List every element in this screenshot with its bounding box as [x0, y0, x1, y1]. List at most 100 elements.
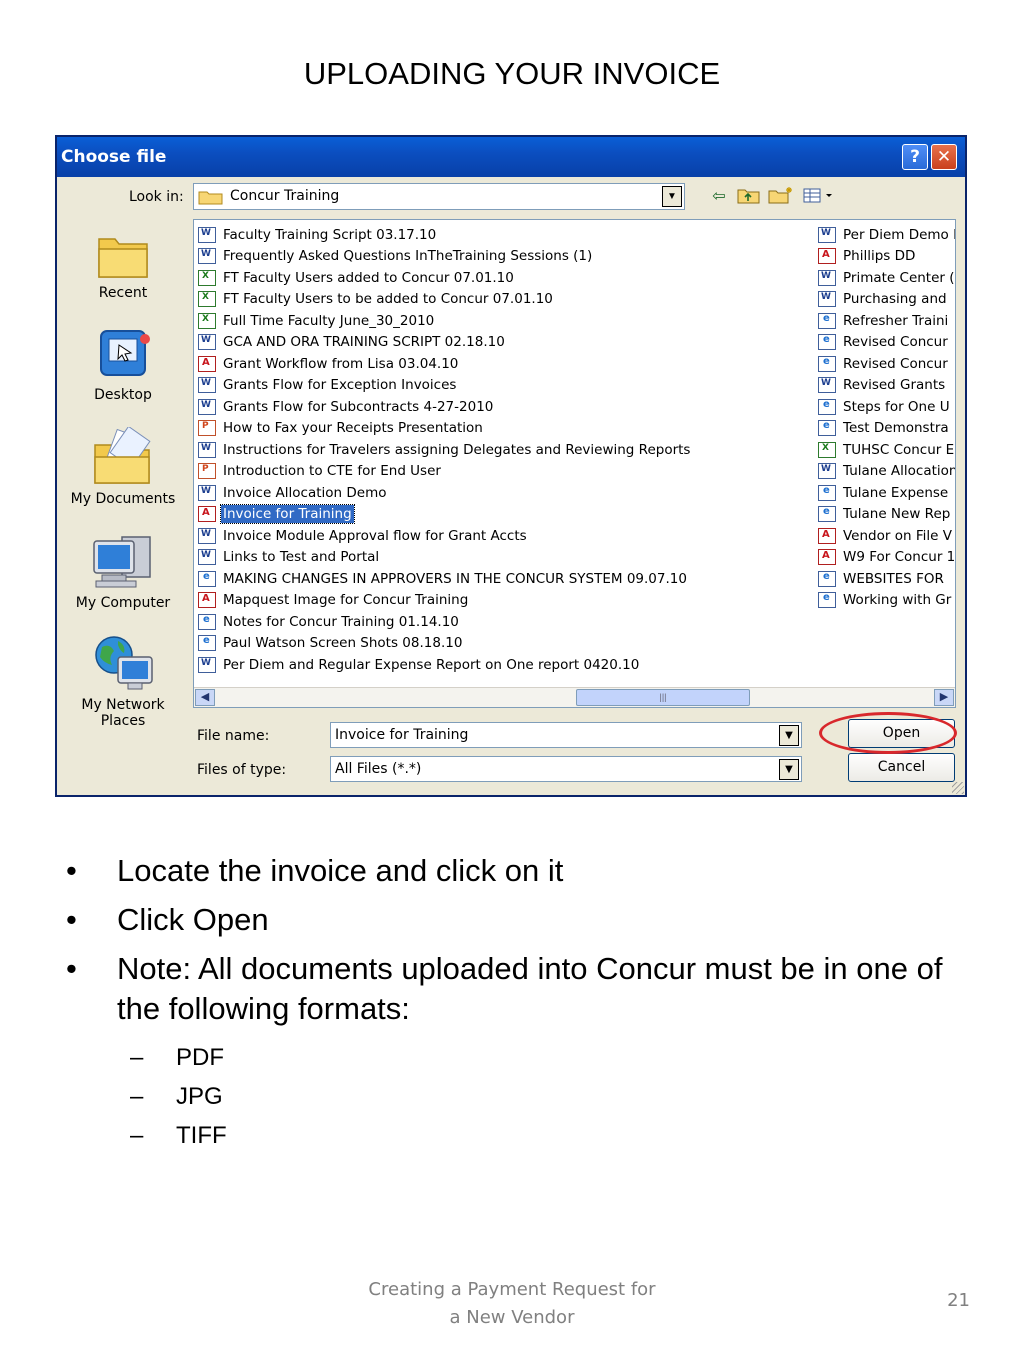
file-name: Frequently Asked Questions InTheTraining…: [223, 248, 593, 265]
file-item[interactable]: Grants Flow for Exception Invoices: [198, 375, 814, 397]
file-item[interactable]: Steps for One U: [818, 396, 955, 418]
mht-file-icon: [818, 334, 836, 351]
resize-grip-icon[interactable]: [952, 782, 964, 794]
mht-file-icon: [818, 592, 836, 609]
file-item[interactable]: Tulane New Rep: [818, 504, 955, 526]
look-in-dropdown[interactable]: Concur Training ▼: [193, 183, 685, 210]
file-item[interactable]: Purchasing and: [818, 289, 955, 311]
file-list-column-1: Faculty Training Script 03.17.10 Frequent…: [198, 224, 814, 676]
file-item[interactable]: Revised Concur: [818, 353, 955, 375]
file-item[interactable]: W9 For Concur 1: [818, 547, 955, 569]
file-item[interactable]: Faculty Training Script 03.17.10: [198, 224, 814, 246]
file-item[interactable]: FT Faculty Users to be added to Concur 0…: [198, 289, 814, 311]
choose-file-dialog: Choose file ? ✕ Look in: Concur Training…: [55, 135, 967, 797]
file-item[interactable]: Links to Test and Portal: [198, 547, 814, 569]
files-of-type-value: All Files (*.*): [335, 761, 422, 777]
file-item[interactable]: Revised Concur: [818, 332, 955, 354]
file-item[interactable]: FT Faculty Users added to Concur 07.01.1…: [198, 267, 814, 289]
mht-file-icon: [818, 420, 836, 437]
file-item[interactable]: Grants Flow for Subcontracts 4-27-2010: [198, 396, 814, 418]
file-item[interactable]: Invoice for Training: [198, 504, 814, 526]
file-item[interactable]: Full Time Faculty June_30_2010: [198, 310, 814, 332]
file-item[interactable]: Revised Grants: [818, 375, 955, 397]
doc-file-icon: [198, 377, 216, 394]
help-button[interactable]: ?: [902, 144, 928, 170]
views-menu-icon[interactable]: [801, 186, 837, 208]
scroll-right-icon[interactable]: ▶: [934, 689, 954, 706]
file-name: Tulane Allocation: [843, 463, 956, 480]
pdf-file-icon: [818, 549, 836, 566]
mht-file-icon: [818, 312, 836, 329]
file-item[interactable]: Per Diem Demo I: [818, 224, 956, 246]
scroll-left-icon[interactable]: ◀: [195, 689, 215, 706]
file-item[interactable]: Refresher Traini: [818, 310, 955, 332]
file-name: Working with Gr: [843, 592, 952, 609]
horizontal-scrollbar[interactable]: ◀ ||| ▶: [194, 687, 955, 707]
chevron-down-icon[interactable]: ▼: [779, 759, 799, 780]
files-of-type-dropdown[interactable]: All Files (*.*) ▼: [330, 756, 802, 782]
place-my-network-places[interactable]: My Network Places: [63, 631, 183, 729]
file-item[interactable]: Invoice Allocation Demo: [198, 482, 814, 504]
file-item[interactable]: Working with Gr: [818, 590, 955, 612]
file-item[interactable]: How to Fax your Receipts Presentation: [198, 418, 814, 440]
place-desktop[interactable]: Desktop: [63, 325, 183, 403]
doc-file-icon: [198, 527, 216, 544]
place-my-documents[interactable]: My Documents: [63, 427, 183, 507]
file-item[interactable]: WEBSITES FOR: [818, 568, 955, 590]
close-button[interactable]: ✕: [931, 144, 957, 170]
xls-file-icon: [198, 291, 216, 308]
file-name-input[interactable]: Invoice for Training ▼: [330, 722, 802, 748]
pdf-file-icon: [818, 527, 836, 544]
file-name: Phillips DD: [843, 248, 916, 265]
file-item[interactable]: Primate Center (: [818, 267, 955, 289]
format-item: JPG: [62, 1077, 962, 1116]
dialog-titlebar[interactable]: Choose file ? ✕: [57, 137, 965, 177]
file-item[interactable]: Frequently Asked Questions InTheTraining…: [198, 246, 814, 268]
file-item[interactable]: Paul Watson Screen Shots 08.18.10: [198, 633, 814, 655]
place-my-computer[interactable]: My Computer: [63, 531, 183, 611]
file-item[interactable]: Tulane Expense: [818, 482, 955, 504]
file-name: Per Diem Demo I: [843, 226, 956, 243]
file-name: Per Diem and Regular Expense Report on O…: [223, 656, 640, 673]
file-name: Faculty Training Script 03.17.10: [223, 226, 437, 243]
place-recent[interactable]: Recent: [63, 231, 183, 301]
cancel-button[interactable]: Cancel: [848, 753, 955, 782]
file-item[interactable]: Per Diem and Regular Expense Report on O…: [198, 654, 814, 676]
file-name: Grant Workflow from Lisa 03.04.10: [223, 355, 459, 372]
chevron-down-icon[interactable]: ▼: [779, 725, 799, 746]
file-item[interactable]: Notes for Concur Training 01.14.10: [198, 611, 814, 633]
place-label: My Computer: [75, 595, 171, 611]
file-item[interactable]: Mapquest Image for Concur Training: [198, 590, 814, 612]
file-item[interactable]: GCA AND ORA TRAINING SCRIPT 02.18.10: [198, 332, 814, 354]
chevron-down-icon[interactable]: ▼: [662, 186, 682, 207]
file-name: Invoice Module Approval flow for Grant A…: [223, 527, 527, 544]
file-item[interactable]: Instructions for Travelers assigning Del…: [198, 439, 814, 461]
file-name: FT Faculty Users added to Concur 07.01.1…: [223, 269, 514, 286]
file-item[interactable]: Grant Workflow from Lisa 03.04.10: [198, 353, 814, 375]
file-item[interactable]: Tulane Allocation: [818, 461, 956, 483]
file-item[interactable]: Phillips DD: [818, 246, 955, 268]
scrollbar-thumb[interactable]: |||: [576, 689, 750, 706]
up-folder-icon[interactable]: [735, 186, 763, 208]
file-name-value: Invoice for Training: [335, 727, 469, 743]
file-name: Grants Flow for Exception Invoices: [223, 377, 457, 394]
new-folder-icon[interactable]: [767, 186, 795, 208]
file-name: Invoice Allocation Demo: [223, 484, 387, 501]
network-places-icon: [95, 636, 153, 690]
file-item[interactable]: MAKING CHANGES IN APPROVERS IN THE CONCU…: [198, 568, 814, 590]
file-list-column-2: Per Diem Demo I Phillips DD Primate Center…: [818, 224, 956, 612]
file-item[interactable]: TUHSC Concur E: [818, 439, 955, 461]
mht-file-icon: [818, 506, 836, 523]
place-label: Desktop: [94, 387, 152, 403]
file-item[interactable]: Test Demonstra: [818, 418, 955, 440]
file-item[interactable]: Introduction to CTE for End User: [198, 461, 814, 483]
back-icon[interactable]: ⇦: [705, 186, 733, 208]
file-item[interactable]: Invoice Module Approval flow for Grant A…: [198, 525, 814, 547]
file-list[interactable]: Faculty Training Script 03.17.10 Frequent…: [193, 219, 956, 708]
bullet-item: Click Open: [62, 900, 962, 940]
doc-file-icon: [818, 269, 836, 286]
doc-file-icon: [198, 248, 216, 265]
file-item[interactable]: Vendor on File V: [818, 525, 955, 547]
file-name: FT Faculty Users to be added to Concur 0…: [223, 291, 553, 308]
pdf-file-icon: [198, 355, 216, 372]
